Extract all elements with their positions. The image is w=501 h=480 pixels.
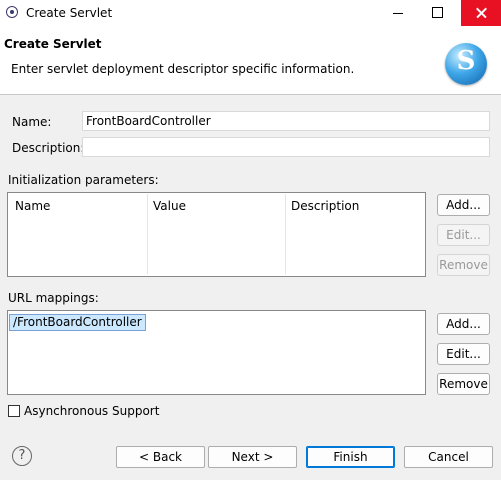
url-mappings-label: URL mappings: <box>8 291 99 305</box>
column-header-description[interactable]: Description <box>291 199 359 213</box>
async-support-checkbox[interactable] <box>8 405 20 417</box>
servlet-logo-icon: S <box>445 43 487 85</box>
wizard-title: Create Servlet <box>4 37 102 51</box>
column-header-name[interactable]: Name <box>15 199 50 213</box>
eclipse-app-icon <box>6 6 18 18</box>
maximize-button[interactable] <box>419 0 455 26</box>
column-header-value[interactable]: Value <box>153 199 186 213</box>
wizard-header: Create Servlet Enter servlet deployment … <box>0 26 501 95</box>
back-button[interactable]: < Back <box>116 446 205 468</box>
minimize-button[interactable] <box>380 0 416 26</box>
async-support-label[interactable]: Asynchronous Support <box>24 404 159 418</box>
name-label: Name: <box>12 115 52 129</box>
description-field[interactable] <box>82 137 490 157</box>
wizard-description: Enter servlet deployment descriptor spec… <box>11 62 355 76</box>
name-field[interactable]: FrontBoardController <box>82 111 490 131</box>
cancel-button[interactable]: Cancel <box>404 446 493 468</box>
init-params-remove-button[interactable]: Remove <box>437 254 490 276</box>
help-icon[interactable]: ? <box>12 446 32 466</box>
url-mapping-item[interactable]: /FrontBoardController <box>9 314 146 331</box>
close-button[interactable] <box>461 0 501 26</box>
url-mappings-edit-button[interactable]: Edit... <box>437 343 490 365</box>
url-mappings-remove-button[interactable]: Remove <box>437 373 490 395</box>
init-params-table[interactable]: Name Value Description <box>7 192 426 277</box>
column-divider[interactable] <box>147 194 148 274</box>
init-params-edit-button[interactable]: Edit... <box>437 224 490 246</box>
column-divider[interactable] <box>285 194 286 274</box>
description-label: Description: <box>12 141 85 155</box>
url-mappings-add-button[interactable]: Add... <box>437 313 490 335</box>
next-button[interactable]: Next > <box>208 446 297 468</box>
init-params-add-button[interactable]: Add... <box>437 194 490 216</box>
finish-button[interactable]: Finish <box>306 446 395 468</box>
title-bar: Create Servlet <box>0 0 501 26</box>
window-title: Create Servlet <box>26 6 113 20</box>
init-params-label: Initialization parameters: <box>8 173 159 187</box>
